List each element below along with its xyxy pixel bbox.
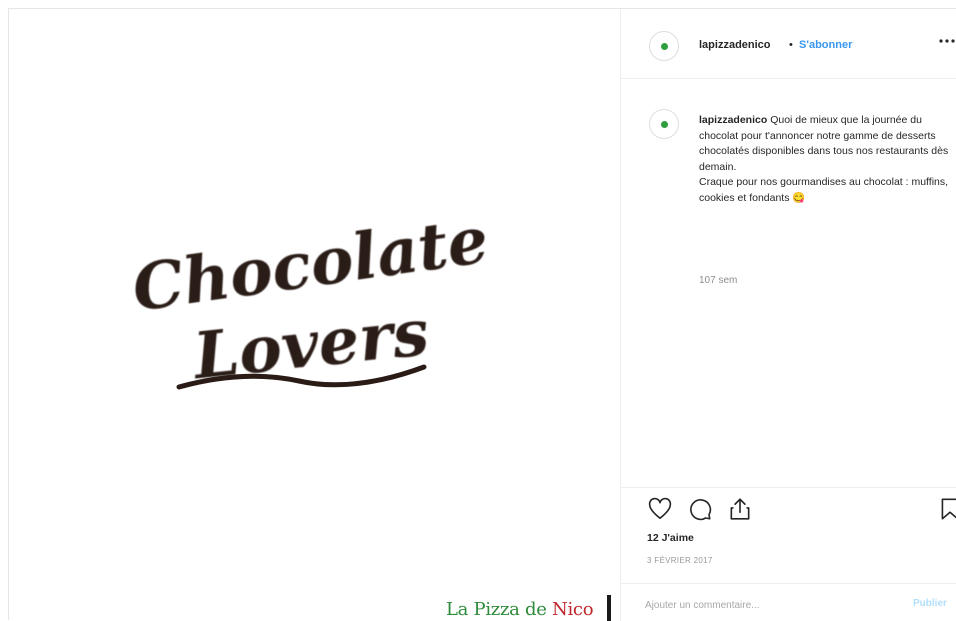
- share-icon[interactable]: [727, 496, 753, 522]
- action-bar: [621, 487, 956, 527]
- caption-avatar[interactable]: [649, 109, 679, 139]
- brand-divider: [607, 595, 611, 621]
- header-separator: •: [789, 39, 793, 51]
- chocolate-lovers-artwork: Chocolate Lovers: [128, 209, 493, 395]
- comment-bar: Publier: [621, 583, 956, 621]
- follow-button[interactable]: S'abonner: [799, 39, 852, 51]
- post-image[interactable]: Chocolate Lovers La Pizza de Nico: [9, 9, 621, 621]
- caption-time-ago[interactable]: 107 sem: [699, 275, 737, 286]
- comment-icon[interactable]: [687, 496, 713, 522]
- brand-logo: La Pizza de Nico: [446, 599, 594, 620]
- avatar[interactable]: [649, 31, 679, 61]
- post-header: lapizzadenico • S'abonner: [621, 9, 956, 79]
- brand-name-part2: Nico: [552, 599, 594, 620]
- post-sidebar: lapizzadenico • S'abonner lapizzadenico …: [621, 9, 956, 621]
- post-date[interactable]: 3 février 2017: [647, 556, 713, 565]
- publish-button[interactable]: Publier: [913, 598, 947, 609]
- more-horizontal-icon[interactable]: [937, 35, 956, 47]
- post-caption: lapizzadenico Quoi de mieux que la journ…: [699, 113, 951, 206]
- header-username[interactable]: lapizzadenico: [699, 39, 771, 51]
- heart-icon[interactable]: [647, 496, 673, 522]
- caption-username[interactable]: lapizzadenico: [699, 114, 767, 126]
- caption-text-2: Craque pour nos gourmandises au chocolat…: [699, 176, 949, 204]
- bookmark-icon[interactable]: [937, 496, 956, 522]
- likes-count[interactable]: 12 J'aime: [647, 532, 694, 544]
- instagram-post: Chocolate Lovers La Pizza de Nico lapizz…: [8, 8, 956, 621]
- comment-input[interactable]: [645, 594, 885, 616]
- brand-name-part1: La Pizza de: [446, 599, 552, 620]
